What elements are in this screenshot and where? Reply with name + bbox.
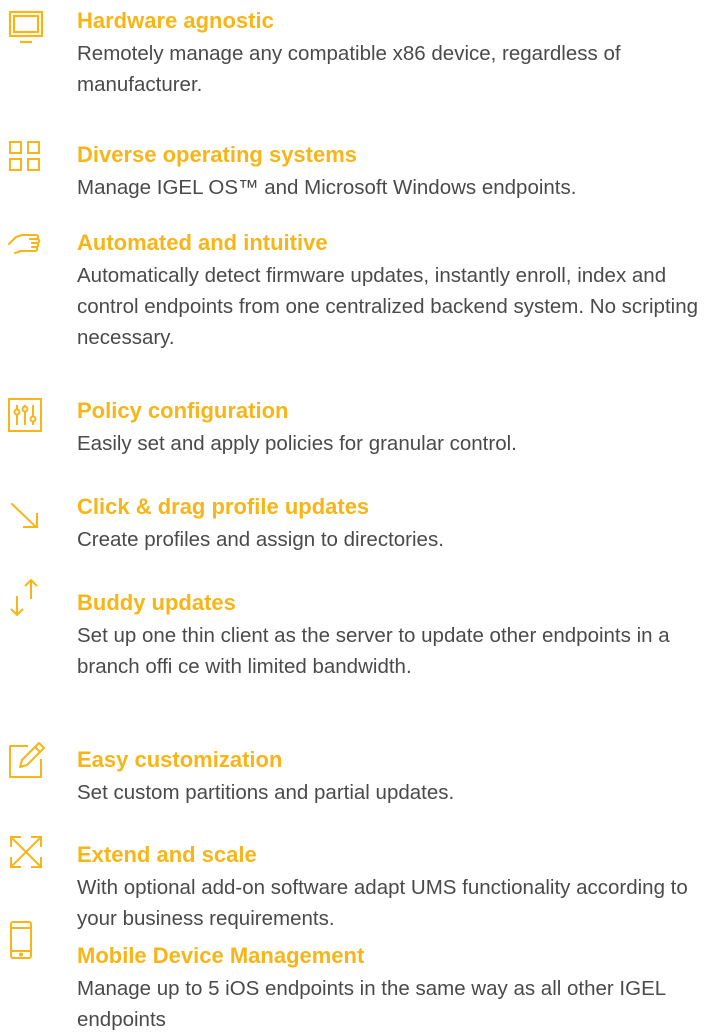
- feature-description: Automatically detect firmware updates, i…: [77, 264, 699, 349]
- monitor-icon: [6, 8, 46, 48]
- feature-title: Policy configuration: [77, 398, 289, 423]
- feature-title: Hardware agnostic: [77, 8, 274, 33]
- feature-title: Automated and intuitive: [77, 230, 328, 255]
- feature-description: Easily set and apply policies for granul…: [77, 432, 517, 455]
- feature-title: Extend and scale: [77, 842, 257, 867]
- sliders-icon: [6, 396, 46, 436]
- feature-description: Set custom partitions and partial update…: [77, 781, 455, 804]
- windows-grid-icon: [6, 138, 46, 178]
- feature-title: Easy customization: [77, 747, 283, 772]
- feature-description: With optional add-on software adapt UMS …: [77, 876, 688, 930]
- feature-description: Remotely manage any compatible x86 devic…: [77, 42, 621, 96]
- feature-title: Diverse operating systems: [77, 142, 358, 167]
- feature-description: Set up one thin client as the server to …: [77, 624, 670, 678]
- expand-arrows-icon: [6, 832, 46, 872]
- pointing-hand-icon: [6, 226, 46, 266]
- feature-description: Manage up to 5 iOS endpoints in the same…: [77, 977, 666, 1031]
- edit-pencil-icon: [6, 741, 46, 781]
- up-down-arrows-icon: [6, 578, 46, 618]
- mobile-phone-icon: [6, 920, 46, 960]
- feature-title: Mobile Device Management: [77, 943, 365, 968]
- feature-title: Click & drag profile updates: [77, 494, 370, 519]
- diagonal-arrow-icon: [6, 494, 46, 534]
- feature-description: Manage IGEL OS™ and Microsoft Windows en…: [77, 176, 577, 199]
- feature-title: Buddy updates: [77, 590, 236, 615]
- feature-description: Create profiles and assign to directorie…: [77, 528, 444, 551]
